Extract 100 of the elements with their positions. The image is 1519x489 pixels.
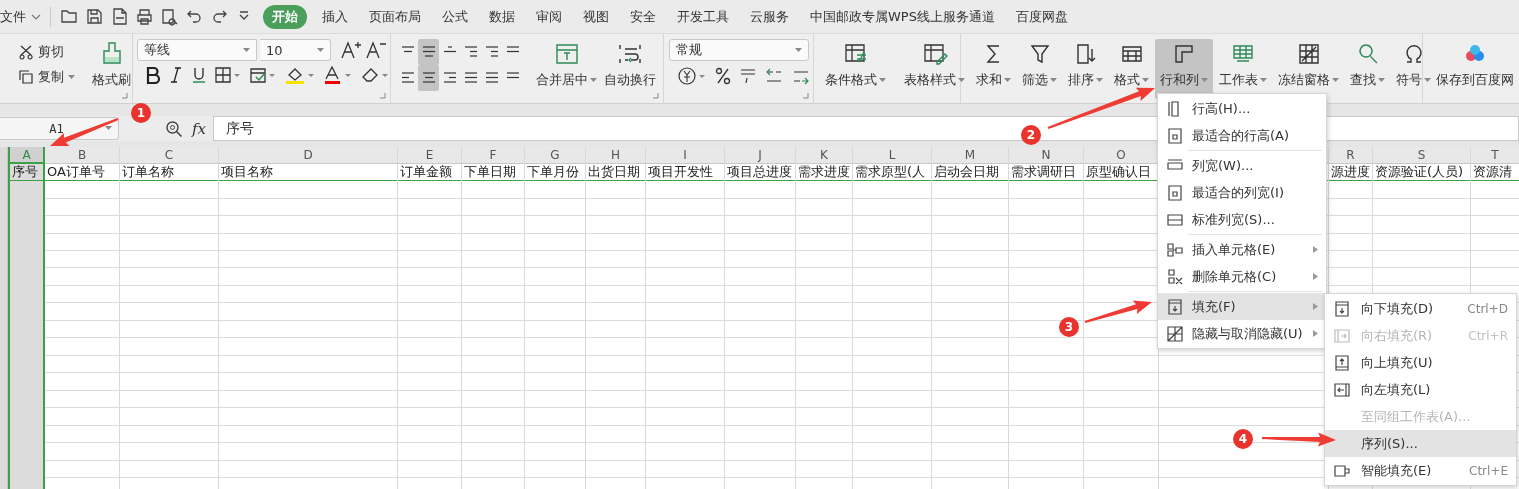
conditional-icon[interactable] [249, 66, 277, 84]
column-header[interactable]: S [1373, 147, 1470, 164]
ribbon-tool-button[interactable]: 行和列 [1155, 39, 1213, 99]
menu-item[interactable]: 向上填充(U) [1325, 349, 1516, 376]
column-header[interactable]: I [646, 147, 724, 164]
column-header[interactable]: E [398, 147, 461, 164]
table-cell: 需求调研日 [1009, 164, 1083, 181]
ribbon-tool-button[interactable]: 查找 [1345, 39, 1390, 99]
align-middle-icon[interactable] [418, 39, 439, 65]
fill-color-icon[interactable] [284, 66, 316, 84]
fill-left-icon [1333, 380, 1351, 399]
caret-icon [317, 47, 324, 53]
name-box[interactable]: A1 [0, 117, 119, 140]
menu-item[interactable]: 智能填充(E) Ctrl+E [1325, 457, 1516, 484]
column-header[interactable]: C [120, 147, 218, 164]
caret-icon [1142, 77, 1149, 83]
merge-cells-icon [553, 41, 580, 67]
hide-icon [1166, 324, 1184, 343]
ribbon-tab[interactable]: 开发工具 [667, 4, 739, 29]
submenu-arrow-icon [1313, 246, 1318, 253]
ribbon-tab[interactable]: 公式 [432, 4, 478, 29]
decrease-font-icon[interactable] [365, 40, 387, 60]
save-icon[interactable] [85, 7, 104, 26]
print-icon[interactable] [135, 7, 154, 26]
column-header[interactable]: T [1471, 147, 1519, 164]
autofit-row-icon [1166, 126, 1184, 145]
menu-item[interactable]: 标准列宽(S)... [1158, 206, 1326, 233]
ribbon-tool-button[interactable]: 求和 [971, 39, 1016, 99]
table-cell: 资源清 [1471, 164, 1519, 181]
function-label[interactable]: fx [192, 119, 213, 138]
format-painter-button[interactable]: 格式刷 [87, 39, 136, 99]
number-format-select[interactable]: 常规 [668, 39, 809, 61]
table-cell: 启动会日期 [932, 164, 1008, 181]
ribbon-tab[interactable]: 百度网盘 [1005, 4, 1078, 29]
ribbon-tool-button[interactable]: 排序 [1063, 39, 1108, 99]
conditional-format-button[interactable]: 条件格式 [820, 39, 891, 99]
column-header[interactable]: D [219, 147, 397, 164]
column-header[interactable]: F [462, 147, 524, 164]
italic-icon[interactable] [168, 66, 184, 84]
folder-icon[interactable] [60, 7, 79, 26]
menu-item[interactable]: 隐藏与取消隐藏(U) [1158, 320, 1326, 347]
ribbon-tab[interactable]: 审阅 [526, 4, 572, 29]
table-cell: 下单月份 [525, 164, 585, 181]
column-header[interactable]: H [586, 147, 645, 164]
column-header[interactable]: J [725, 147, 795, 164]
table-cell: 下单日期 [462, 164, 524, 181]
menu-item[interactable]: 列宽(W)... [1158, 152, 1326, 179]
cut-button[interactable]: 剪切 [18, 43, 75, 61]
caret-icon [243, 47, 250, 53]
caret-icon [1424, 77, 1431, 83]
menu-item[interactable]: 插入单元格(E) [1158, 236, 1326, 263]
font-size-select[interactable]: 10 [260, 39, 331, 61]
eraser-icon[interactable] [360, 66, 390, 84]
ribbon-tab[interactable]: 中国邮政专属WPS线上服务通道 [800, 4, 1005, 29]
menu-item[interactable]: 填充(F) [1158, 293, 1326, 320]
file-menu[interactable]: 文件 [0, 7, 46, 26]
underline-icon[interactable] [191, 66, 207, 84]
percent-icon[interactable] [713, 66, 732, 86]
caret-icon [590, 77, 597, 83]
currency-icon[interactable] [676, 66, 707, 86]
zoom-icon[interactable] [165, 119, 183, 138]
increase-font-icon[interactable] [340, 40, 362, 60]
column-header[interactable]: G [525, 147, 585, 164]
bold-icon[interactable] [145, 66, 161, 84]
font-family-select[interactable]: 等线 [137, 39, 257, 61]
menu-item[interactable]: 向下填充(D) Ctrl+D [1325, 295, 1516, 322]
ribbon-tool-button[interactable]: 筛选 [1017, 39, 1062, 99]
table-cell: 需求进度 [796, 164, 852, 181]
table-pencil-icon [921, 41, 948, 67]
ribbon-tab[interactable]: 安全 [620, 4, 666, 29]
column-header[interactable]: K [796, 147, 852, 164]
column-header[interactable]: L [853, 147, 931, 164]
column-header[interactable]: R [1329, 147, 1372, 164]
column-header[interactable]: N [1009, 147, 1083, 164]
menu-item[interactable]: 向左填充(L) [1325, 376, 1516, 403]
font-color-icon[interactable] [323, 66, 353, 84]
wrap-text-button[interactable]: 自动换行 [602, 39, 658, 99]
column-header[interactable]: M [932, 147, 1008, 164]
table-cell: 需求原型(人 [853, 164, 931, 181]
menu-item[interactable]: 序列(S)... [1325, 430, 1516, 457]
menu-item[interactable]: 删除单元格(C) [1158, 263, 1326, 290]
ribbon-tab[interactable]: 视图 [573, 4, 619, 29]
menu-item[interactable]: 最适合的列宽(I) [1158, 179, 1326, 206]
ribbon-tab[interactable]: 页面布局 [359, 4, 431, 29]
caret-icon [1096, 77, 1103, 83]
submenu-arrow-icon [1313, 303, 1318, 310]
annotation-arrow [50, 118, 119, 146]
ribbon-tab[interactable]: 插入 [312, 4, 358, 29]
borders-icon[interactable] [214, 66, 242, 84]
ribbon-tab[interactable]: 云服务 [740, 4, 799, 29]
ribbon-tool-button[interactable]: 格式 [1109, 39, 1154, 99]
pdf-file-icon[interactable] [110, 7, 129, 26]
column-header[interactable]: B [45, 147, 119, 164]
ribbon-tab[interactable]: 数据 [479, 4, 525, 29]
merge-center-button[interactable]: 合并居中 [534, 39, 599, 99]
thousands-separator-icon[interactable] [738, 66, 757, 86]
table-style-button[interactable]: 表格样式 [899, 39, 970, 99]
print-preview-icon[interactable] [160, 7, 179, 26]
column-header[interactable]: O [1084, 147, 1158, 164]
copy-button[interactable]: 复制 [18, 68, 75, 86]
